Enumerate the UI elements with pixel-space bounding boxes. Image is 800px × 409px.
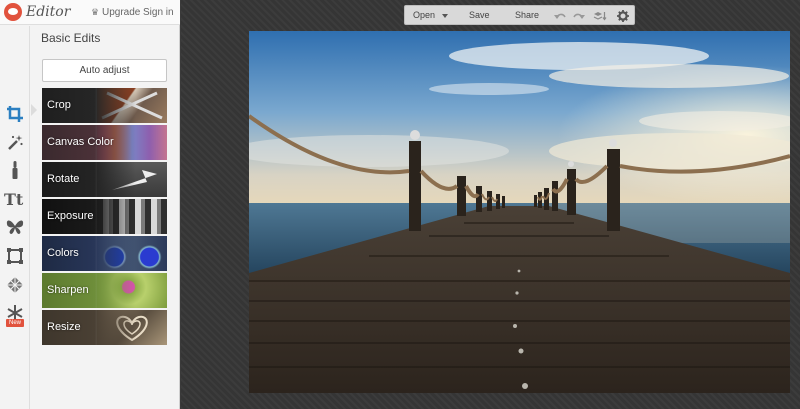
new-badge: New xyxy=(6,319,24,327)
text-icon[interactable]: Tt xyxy=(3,187,27,211)
frame-icon[interactable] xyxy=(3,244,27,268)
basic-edits-menu: Crop Canvas Color Rotate Exposure Colors xyxy=(42,88,167,347)
menu-item-label: Crop xyxy=(47,99,71,111)
open-menu[interactable]: Open xyxy=(413,10,435,20)
menu-item-exposure[interactable]: Exposure xyxy=(42,199,167,234)
panel-title: Basic Edits xyxy=(41,31,101,45)
menu-item-resize[interactable]: Resize xyxy=(42,310,167,345)
logo-icon[interactable] xyxy=(4,3,22,21)
svg-text:Tt: Tt xyxy=(4,190,24,208)
tool-strip: Tt xyxy=(0,26,30,409)
top-toolbar: Open Save Share xyxy=(404,5,635,25)
signin-link[interactable]: Sign in xyxy=(143,7,174,18)
menu-item-canvas-color[interactable]: Canvas Color xyxy=(42,125,167,160)
brand-title: Editor xyxy=(26,4,71,20)
upgrade-link[interactable]: Upgrade xyxy=(102,7,140,18)
active-pointer xyxy=(31,104,37,116)
pier-photo-image xyxy=(249,31,790,393)
crown-icon: ♛ xyxy=(91,7,100,17)
brush-icon[interactable] xyxy=(3,158,27,182)
menu-item-crop[interactable]: Crop xyxy=(42,88,167,123)
gear-icon[interactable] xyxy=(616,9,630,23)
chevron-down-icon[interactable] xyxy=(442,14,448,18)
butterfly-icon[interactable] xyxy=(3,215,27,239)
menu-item-sharpen[interactable]: Sharpen xyxy=(42,273,167,308)
auto-adjust-button[interactable]: Auto adjust xyxy=(42,59,167,82)
left-panel: Editor ♛ Upgrade Sign in Tt New Basic Ed… xyxy=(0,0,180,409)
menu-item-colors[interactable]: Colors xyxy=(42,236,167,271)
menu-item-label: Canvas Color xyxy=(47,136,114,148)
menu-item-label: Exposure xyxy=(47,210,94,222)
texture-icon[interactable] xyxy=(3,273,27,297)
canvas-area: Open Save Share xyxy=(181,0,800,409)
menu-item-label: Sharpen xyxy=(47,284,89,296)
menu-item-label: Rotate xyxy=(47,173,80,185)
redo-icon[interactable] xyxy=(572,9,586,23)
crop-icon[interactable] xyxy=(3,102,27,126)
menu-item-label: Resize xyxy=(47,321,81,333)
top-bar: Editor ♛ Upgrade Sign in xyxy=(0,0,180,25)
magic-wand-icon[interactable] xyxy=(3,130,27,154)
save-button[interactable]: Save xyxy=(469,10,490,20)
share-button[interactable]: Share xyxy=(515,10,539,20)
undo-icon[interactable] xyxy=(553,9,567,23)
menu-item-label: Colors xyxy=(47,247,79,259)
photo-canvas[interactable] xyxy=(249,31,790,393)
layers-icon[interactable] xyxy=(593,9,607,23)
menu-item-rotate[interactable]: Rotate xyxy=(42,162,167,197)
